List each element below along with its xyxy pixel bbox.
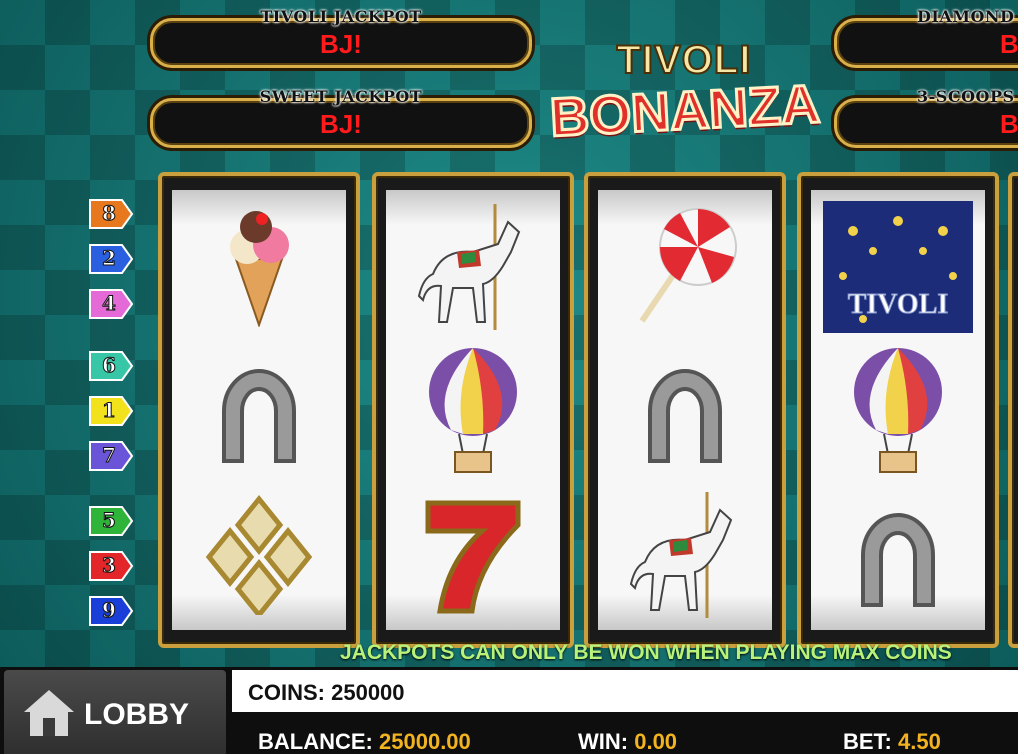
payline-number: 7 bbox=[102, 443, 117, 468]
coins-readout: COINS: 250000 bbox=[248, 680, 405, 705]
payline-number: 6 bbox=[102, 353, 117, 378]
scoops-jackpot-value: B bbox=[1000, 109, 1018, 139]
reel-5-partial bbox=[1008, 172, 1018, 648]
payline-7-marker[interactable]: 7 bbox=[88, 440, 134, 472]
bet-value: 4.50 bbox=[898, 729, 941, 754]
max-coins-notice: JACKPOTS CAN ONLY BE WON WHEN PLAYING MA… bbox=[340, 641, 952, 664]
horseshoe-symbol bbox=[172, 338, 346, 484]
payline-3-marker[interactable]: 3 bbox=[88, 550, 134, 582]
diamonds-symbol bbox=[172, 482, 346, 628]
tivoli-symbol-text: TIVOLI bbox=[848, 289, 949, 320]
payline-9-marker[interactable]: 9 bbox=[88, 595, 134, 627]
diamond-jackpot-panel: DIAMOND B bbox=[834, 7, 1018, 68]
hot-air-balloon-symbol bbox=[811, 338, 985, 484]
carousel-horse-symbol bbox=[386, 194, 560, 340]
horseshoe-symbol bbox=[811, 482, 985, 628]
home-icon bbox=[24, 690, 74, 736]
balance-label: BALANCE: bbox=[258, 729, 373, 754]
win-display: WIN: 0.00 bbox=[578, 729, 677, 755]
payline-6-marker[interactable]: 6 bbox=[88, 350, 134, 382]
hot-air-balloon-symbol bbox=[386, 338, 560, 484]
reel-1 bbox=[158, 172, 360, 648]
payline-number: 8 bbox=[102, 201, 117, 226]
payline-number: 5 bbox=[102, 508, 117, 533]
sweet-jackpot-label: SWEET JACKPOT bbox=[259, 87, 423, 106]
payline-number: 2 bbox=[102, 246, 117, 271]
tivoli-fireworks-symbol: TIVOLI bbox=[811, 194, 985, 340]
diamond-jackpot-value: B bbox=[1000, 29, 1018, 59]
game-stage: TIVOLI JACKPOT BJ! SWEET JACKPOT BJ! DIA… bbox=[0, 0, 1018, 754]
payline-5-marker[interactable]: 5 bbox=[88, 505, 134, 537]
tivoli-jackpot-value: BJ! bbox=[320, 29, 362, 59]
seven-symbol bbox=[386, 482, 560, 628]
payline-number: 9 bbox=[102, 598, 117, 623]
balance-value: 25000.00 bbox=[379, 729, 471, 754]
diamond-jackpot-label: DIAMOND bbox=[917, 7, 1015, 26]
coins-bar: COINS: 250000 bbox=[232, 670, 1018, 712]
reel-2 bbox=[372, 172, 574, 648]
bet-display[interactable]: BET: 4.50 bbox=[843, 729, 941, 755]
ice-cream-symbol bbox=[172, 194, 346, 340]
payline-number: 3 bbox=[102, 553, 117, 578]
payline-number: 4 bbox=[102, 291, 117, 316]
payline-4-marker[interactable]: 4 bbox=[88, 288, 134, 320]
sweet-jackpot-value: BJ! bbox=[320, 109, 362, 139]
tivoli-jackpot-panel: TIVOLI JACKPOT BJ! bbox=[150, 7, 532, 68]
lollipop-symbol bbox=[598, 194, 772, 340]
reel-4: TIVOLI bbox=[797, 172, 999, 648]
scoops-jackpot-label: 3-SCOOPS bbox=[917, 87, 1015, 106]
carousel-horse-symbol bbox=[598, 482, 772, 628]
payline-2-marker[interactable]: 2 bbox=[88, 243, 134, 275]
payline-8-marker[interactable]: 8 bbox=[88, 198, 134, 230]
payline-number: 1 bbox=[102, 398, 117, 423]
bet-label: BET: bbox=[843, 729, 892, 754]
reel-3 bbox=[584, 172, 786, 648]
sweet-jackpot-panel: SWEET JACKPOT BJ! bbox=[150, 87, 532, 148]
balance-display: BALANCE: 25000.00 bbox=[258, 729, 471, 755]
tivoli-jackpot-label: TIVOLI JACKPOT bbox=[260, 7, 422, 26]
lobby-label: LOBBY bbox=[84, 698, 189, 731]
lobby-button[interactable]: LOBBY bbox=[4, 670, 226, 754]
horseshoe-symbol bbox=[598, 338, 772, 484]
win-value: 0.00 bbox=[634, 729, 678, 754]
scoops-jackpot-panel: 3-SCOOPS B bbox=[834, 87, 1018, 148]
logo-bonanza: BONANZA bbox=[547, 72, 823, 149]
payline-1-marker[interactable]: 1 bbox=[88, 395, 134, 427]
win-label: WIN: bbox=[578, 729, 629, 754]
